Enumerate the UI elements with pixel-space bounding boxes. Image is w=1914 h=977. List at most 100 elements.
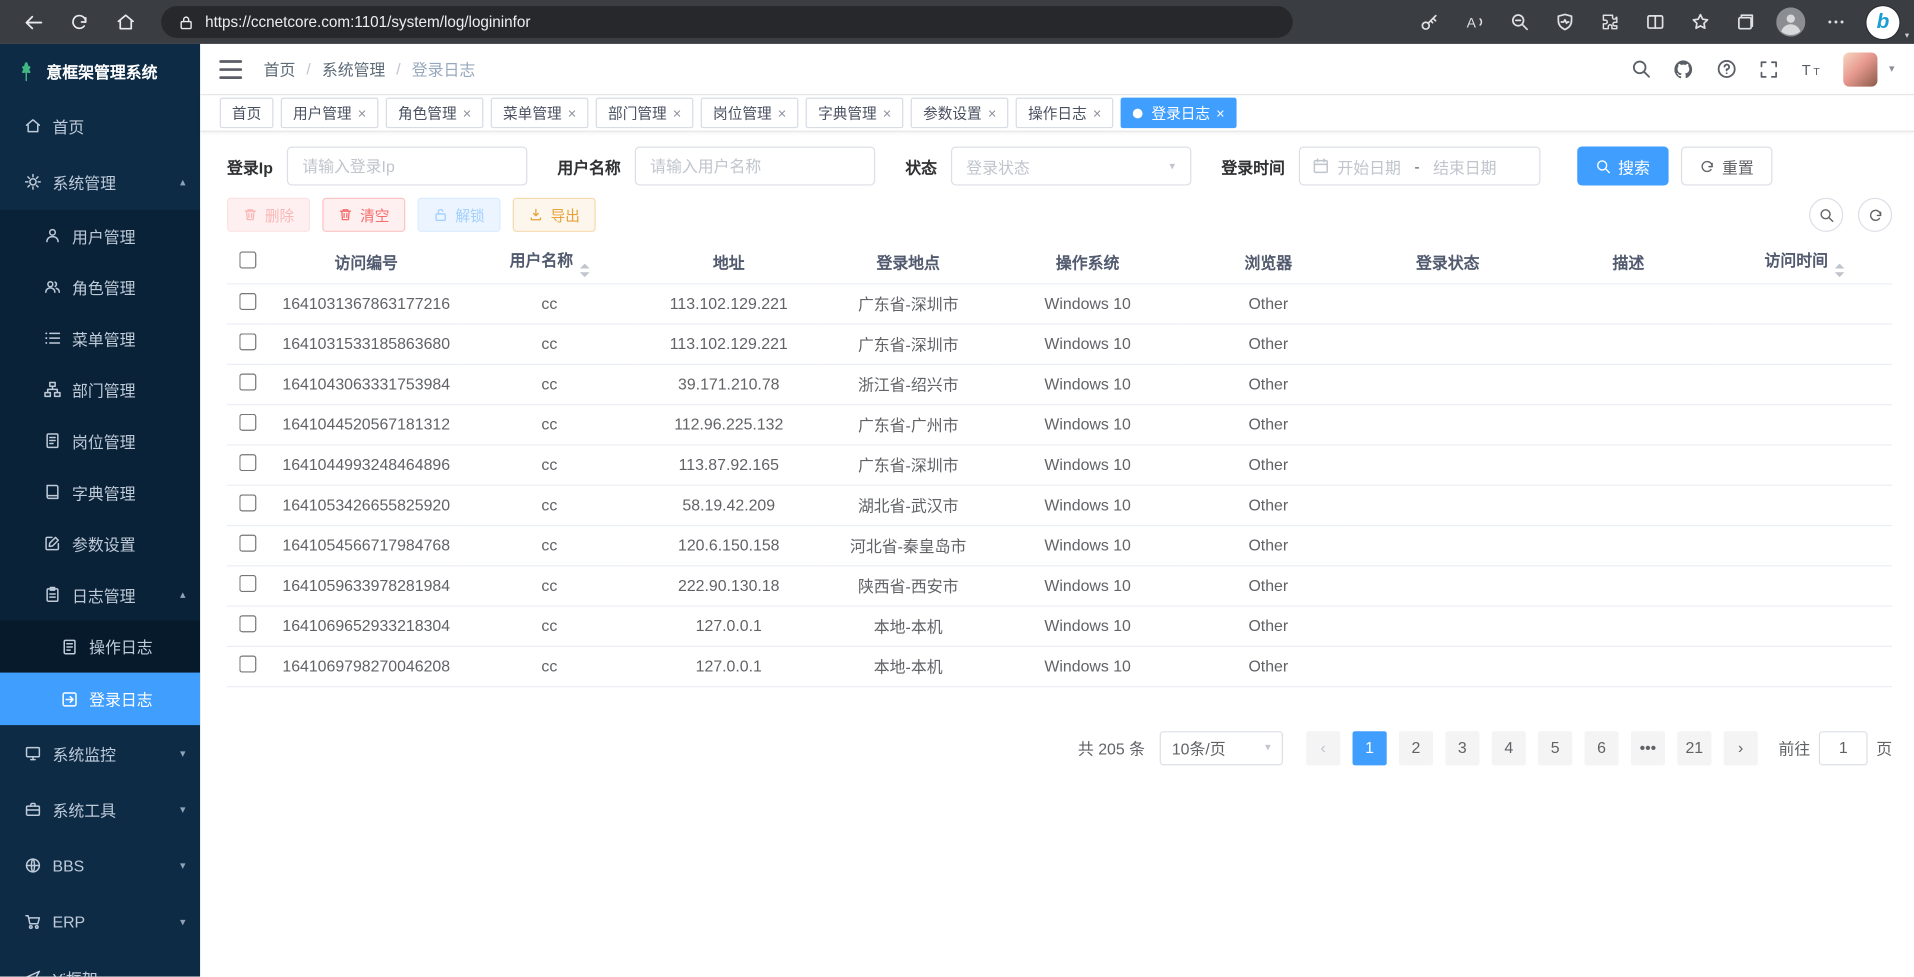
tab-login-log[interactable]: 登录日志× (1121, 98, 1237, 129)
password-key-icon[interactable] (1415, 7, 1444, 36)
row-checkbox[interactable] (239, 374, 256, 391)
breadcrumb-system[interactable]: 系统管理 (322, 57, 385, 80)
page-2-button[interactable]: 2 (1399, 731, 1433, 765)
status-select[interactable]: 登录状态 ▾ (950, 146, 1190, 185)
sidebar-item-home[interactable]: 首页 (0, 98, 200, 154)
caret-down-icon[interactable]: ▾ (1905, 30, 1909, 40)
sidebar-item-operation-log[interactable]: 操作日志 (0, 620, 200, 672)
collections-icon[interactable] (1731, 7, 1760, 36)
page-4-button[interactable]: 4 (1492, 731, 1526, 765)
page-6-button[interactable]: 6 (1584, 731, 1618, 765)
search-button[interactable]: 搜索 (1577, 146, 1669, 185)
username-input[interactable] (650, 148, 859, 185)
more-options-icon[interactable] (1821, 7, 1850, 36)
tab-param-settings[interactable]: 参数设置× (911, 98, 1009, 129)
more-pages-button[interactable]: ••• (1631, 731, 1665, 765)
sidebar-item-yi-framework[interactable]: Yi框架 (0, 950, 200, 977)
sidebar-item-login-log[interactable]: 登录日志 (0, 673, 200, 725)
sidebar-item-user-management[interactable]: 用户管理 (0, 210, 200, 261)
close-tab-icon[interactable]: × (463, 106, 472, 121)
sidebar-item-dict-management[interactable]: 字典管理 (0, 466, 200, 517)
page-3-button[interactable]: 3 (1445, 731, 1479, 765)
tab-operation-log[interactable]: 操作日志× (1016, 98, 1114, 129)
table-row[interactable]: 1641044993248464896cc113.87.92.165广东省-深圳… (227, 444, 1892, 484)
favorites-star-icon[interactable] (1686, 7, 1715, 36)
fullscreen-icon[interactable] (1758, 58, 1780, 80)
home-icon[interactable] (107, 5, 144, 39)
toggle-search-button[interactable] (1809, 198, 1843, 232)
caret-down-icon[interactable]: ▾ (1889, 62, 1895, 75)
prev-page-button[interactable]: ‹ (1306, 731, 1340, 765)
refresh-icon[interactable] (61, 5, 98, 39)
split-screen-icon[interactable] (1641, 7, 1670, 36)
sidebar-item-system-management[interactable]: 系统管理 ▴ (0, 154, 200, 210)
table-row[interactable]: 1641053426655825920cc58.19.42.209湖北省-武汉市… (227, 485, 1892, 525)
row-checkbox[interactable] (239, 535, 256, 552)
delete-button[interactable]: 删除 (227, 198, 310, 232)
goto-page-input[interactable] (1819, 731, 1868, 765)
table-row[interactable]: 1641069652933218304cc127.0.0.1本地-本机Windo… (227, 605, 1892, 645)
page-1-button[interactable]: 1 (1352, 731, 1386, 765)
zoom-icon[interactable] (1505, 7, 1534, 36)
tab-menu-management[interactable]: 菜单管理× (491, 98, 589, 129)
tab-post-management[interactable]: 岗位管理× (701, 98, 799, 129)
profile-avatar-icon[interactable] (1776, 7, 1805, 36)
unlock-button[interactable]: 解锁 (418, 198, 501, 232)
row-checkbox[interactable] (239, 333, 256, 350)
table-row[interactable]: 1641043063331753984cc39.171.210.78浙江省-绍兴… (227, 364, 1892, 404)
row-checkbox[interactable] (239, 494, 256, 511)
sidebar-item-log-management[interactable]: 日志管理 ▴ (0, 569, 200, 620)
font-size-icon[interactable]: TT (1801, 58, 1823, 80)
page-5-button[interactable]: 5 (1538, 731, 1572, 765)
sidebar-item-param-settings[interactable]: 参数设置 (0, 518, 200, 569)
row-checkbox[interactable] (239, 293, 256, 310)
read-aloud-icon[interactable]: A (1460, 7, 1489, 36)
next-page-button[interactable]: › (1724, 731, 1758, 765)
page-size-select[interactable]: 10条/页 ▾ (1160, 731, 1283, 765)
login-ip-input[interactable] (302, 148, 511, 185)
refresh-table-button[interactable] (1858, 198, 1892, 232)
close-tab-icon[interactable]: × (988, 106, 997, 121)
address-bar[interactable]: https://ccnetcore.com:1101/system/log/lo… (161, 6, 1293, 38)
close-tab-icon[interactable]: × (673, 106, 682, 121)
close-tab-icon[interactable]: × (1216, 106, 1225, 121)
close-tab-icon[interactable]: × (883, 106, 892, 121)
back-icon[interactable] (15, 5, 52, 39)
sort-carets-icon[interactable] (579, 263, 589, 276)
sidebar-item-erp[interactable]: ERP ▾ (0, 894, 200, 950)
close-tab-icon[interactable]: × (358, 106, 367, 121)
browser-essentials-icon[interactable] (1550, 7, 1579, 36)
date-range-picker[interactable]: 开始日期 - 结束日期 (1298, 146, 1540, 185)
table-row[interactable]: 1641031367863177216cc113.102.129.221广东省-… (227, 283, 1892, 323)
close-tab-icon[interactable]: × (778, 106, 787, 121)
sidebar-item-bbs[interactable]: BBS ▾ (0, 837, 200, 893)
row-checkbox[interactable] (239, 656, 256, 673)
github-icon[interactable] (1673, 58, 1695, 80)
help-icon[interactable] (1716, 58, 1738, 80)
column-header-sortable[interactable]: 用户名称 (464, 242, 635, 284)
sidebar-item-system-monitor[interactable]: 系统监控 ▾ (0, 725, 200, 781)
row-checkbox[interactable] (239, 575, 256, 592)
row-checkbox[interactable] (239, 615, 256, 632)
reset-button[interactable]: 重置 (1680, 146, 1772, 185)
header-search-icon[interactable] (1630, 58, 1652, 80)
row-checkbox[interactable] (239, 454, 256, 471)
user-avatar[interactable] (1844, 52, 1878, 86)
column-header-sortable[interactable]: 访问时间 (1716, 242, 1892, 284)
clear-button[interactable]: 清空 (322, 198, 405, 232)
tab-dept-management[interactable]: 部门管理× (596, 98, 694, 129)
breadcrumb-home[interactable]: 首页 (264, 57, 296, 80)
extensions-icon[interactable] (1595, 7, 1624, 36)
tab-role-management[interactable]: 角色管理× (386, 98, 484, 129)
app-logo[interactable]: 意框架管理系统 (0, 44, 200, 98)
table-row[interactable]: 1641031533185863680cc113.102.129.221广东省-… (227, 323, 1892, 363)
tab-dict-management[interactable]: 字典管理× (806, 98, 904, 129)
sidebar-item-system-tools[interactable]: 系统工具 ▾ (0, 781, 200, 837)
sidebar-item-dept-management[interactable]: 部门管理 (0, 364, 200, 415)
sort-carets-icon[interactable] (1834, 263, 1844, 276)
table-row[interactable]: 1641069798270046208cc127.0.0.1本地-本机Windo… (227, 646, 1892, 686)
tab-user-management[interactable]: 用户管理× (281, 98, 379, 129)
close-tab-icon[interactable]: × (1093, 106, 1102, 121)
page-21-button[interactable]: 21 (1677, 731, 1711, 765)
collapse-sidebar-icon[interactable] (217, 56, 244, 83)
